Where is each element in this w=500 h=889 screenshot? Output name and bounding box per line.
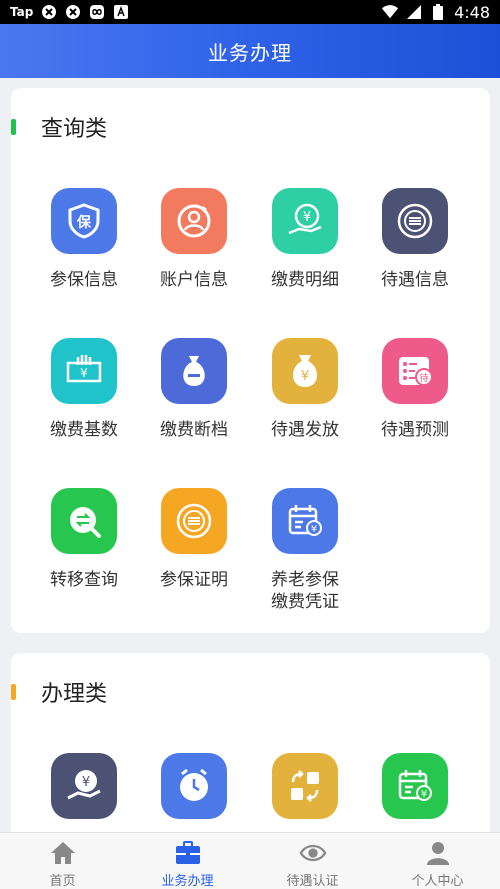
section-accent-bar — [11, 119, 16, 135]
grid-item-benefit-info[interactable]: 待遇信息 — [360, 188, 470, 291]
clock-icon — [161, 753, 227, 819]
svg-text:保: 保 — [76, 214, 92, 231]
grid-item-handle-4[interactable]: ¥ — [360, 753, 470, 819]
item-label: 待遇信息 — [381, 270, 449, 290]
grid-arrows-icon — [272, 753, 338, 819]
status-bar: Tap 4:48 — [0, 0, 500, 24]
item-label: 缴费基数 — [50, 420, 118, 440]
bag-minus-icon — [161, 338, 227, 404]
grid-item-account-info[interactable]: 账户信息 — [139, 188, 249, 291]
calendar-yuan-icon: ¥ — [272, 488, 338, 554]
grid-item-payment-base[interactable]: ¥ 缴费基数 — [29, 338, 139, 441]
infinity-notification-icon — [89, 4, 105, 20]
grid-item-transfer-query[interactable]: 转移查询 — [29, 488, 139, 591]
item-label: 账户信息 — [160, 270, 228, 290]
item-label: 缴费明细 — [271, 270, 339, 290]
transfer-search-icon — [51, 488, 117, 554]
svg-text:¥: ¥ — [311, 524, 317, 535]
person-icon — [424, 839, 452, 867]
item-label: 转移查询 — [50, 570, 118, 590]
app-notification-icon — [41, 4, 57, 20]
item-label: 待遇发放 — [271, 420, 339, 440]
text-notification-icon — [113, 4, 129, 20]
item-label-line2: 缴费凭证 — [271, 592, 339, 612]
grid-item-payment-detail[interactable]: ¥ 缴费明细 — [250, 188, 360, 291]
tab-benefit-auth[interactable]: 待遇认证 — [250, 833, 375, 889]
home-icon — [49, 839, 77, 867]
section-accent-bar — [11, 684, 16, 700]
tab-home[interactable]: 首页 — [0, 833, 125, 889]
tap-indicator: Tap — [10, 5, 34, 19]
tab-profile[interactable]: 个人中心 — [375, 833, 500, 889]
tab-label: 首页 — [49, 874, 76, 889]
clock-time: 4:48 — [454, 2, 490, 22]
item-label-line1: 养老参保 — [271, 570, 339, 590]
grid-item-payment-gap[interactable]: 缴费断档 — [139, 338, 249, 441]
tab-label: 业务办理 — [161, 874, 214, 889]
user-refresh-icon — [161, 188, 227, 254]
app-notification-icon — [65, 4, 81, 20]
svg-text:¥: ¥ — [421, 789, 427, 800]
query-section-header: 查询类 — [11, 112, 107, 142]
grid-item-handle-3[interactable] — [250, 753, 360, 819]
signal-icon — [406, 4, 422, 20]
query-section-card: 查询类 保 参保信息 账户信息 ¥ 缴费明细 待遇信息 ¥ 缴费基数 缴费断档 … — [11, 88, 490, 633]
tab-business[interactable]: 业务办理 — [125, 833, 250, 889]
yuan-hand-icon: ¥ — [272, 188, 338, 254]
svg-text:待: 待 — [419, 372, 428, 384]
grid-item-insurance-certificate[interactable]: 参保证明 — [139, 488, 249, 591]
app-header: 业务办理 — [0, 24, 500, 78]
section-title: 办理类 — [41, 682, 108, 707]
svg-text:¥: ¥ — [303, 210, 311, 225]
svg-text:¥: ¥ — [301, 369, 309, 384]
list-dai-icon: 待 — [382, 338, 448, 404]
section-title: 查询类 — [41, 117, 108, 142]
item-label: 待遇预测 — [381, 420, 449, 440]
item-label: 养老参保 缴费凭证 — [271, 569, 339, 613]
cash-hand-icon: ¥ — [51, 338, 117, 404]
grid-item-pension-payment-voucher[interactable]: ¥ 养老参保 缴费凭证 — [250, 488, 360, 613]
wifi-icon — [382, 4, 399, 20]
calendar-yuan-icon: ¥ — [382, 753, 448, 819]
yuan-hand-icon: ¥ — [51, 753, 117, 819]
page-title: 业务办理 — [208, 40, 292, 65]
grid-item-insurance-info[interactable]: 保 参保信息 — [29, 188, 139, 291]
tab-label: 个人中心 — [411, 874, 464, 889]
svg-text:¥: ¥ — [82, 775, 90, 790]
handle-section-card: 办理类 ¥ ¥ — [11, 653, 490, 843]
item-label: 缴费断档 — [160, 420, 228, 440]
grid-item-handle-1[interactable]: ¥ — [29, 753, 139, 819]
money-bag-icon: ¥ — [272, 338, 338, 404]
eye-icon — [299, 839, 327, 867]
coin-stack-icon — [382, 188, 448, 254]
item-label: 参保证明 — [160, 570, 228, 590]
bottom-tab-bar: 首页 业务办理 待遇认证 个人中心 — [0, 832, 500, 889]
item-label: 参保信息 — [50, 270, 118, 290]
handle-section-header: 办理类 — [11, 677, 107, 707]
tab-label: 待遇认证 — [286, 874, 339, 889]
grid-item-benefit-payout[interactable]: ¥ 待遇发放 — [250, 338, 360, 441]
battery-icon — [430, 4, 446, 20]
grid-item-benefit-forecast[interactable]: 待 待遇预测 — [360, 338, 470, 441]
svg-text:¥: ¥ — [80, 366, 88, 380]
shield-bao-icon: 保 — [51, 188, 117, 254]
briefcase-icon — [174, 839, 202, 867]
grid-item-handle-2[interactable] — [139, 753, 249, 819]
coin-circle-icon — [161, 488, 227, 554]
